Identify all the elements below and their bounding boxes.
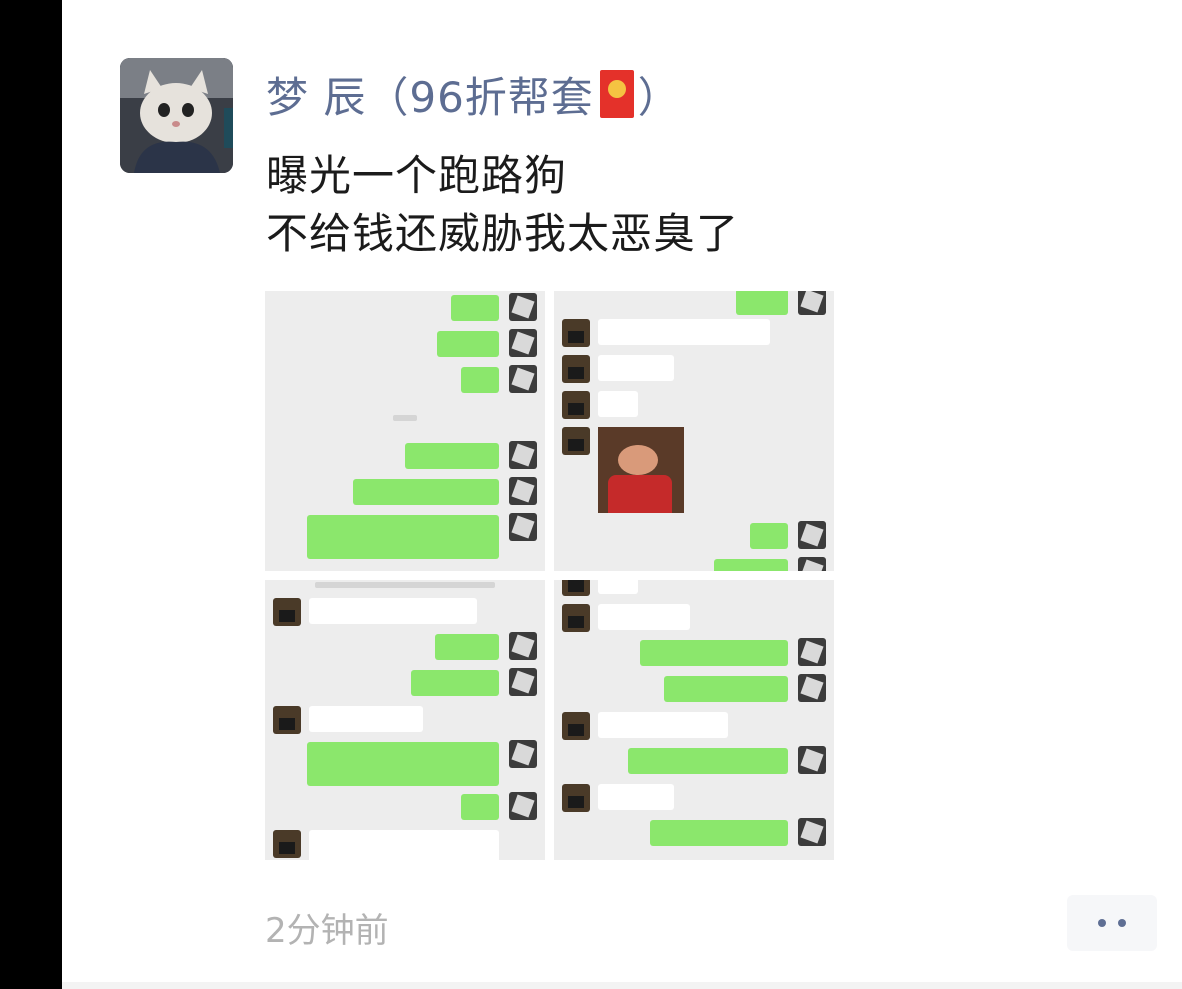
chat-bubble-received xyxy=(598,355,674,381)
chat-avatar xyxy=(798,521,826,549)
chat-bubble-received xyxy=(309,706,423,732)
chat-photo-message xyxy=(598,427,684,513)
chat-bubble-received xyxy=(598,604,690,630)
chat-bubble-sent xyxy=(640,640,788,666)
post-image-grid xyxy=(265,291,835,861)
chat-avatar xyxy=(273,830,301,858)
chat-bubble-sent xyxy=(714,559,788,571)
chat-avatar xyxy=(509,293,537,321)
chat-bubble-sent xyxy=(435,634,499,660)
chat-avatar xyxy=(509,792,537,820)
chat-screenshot-3[interactable] xyxy=(265,580,545,860)
chat-bubble-received xyxy=(598,319,770,345)
chat-cut-off-row xyxy=(315,582,495,588)
chat-avatar xyxy=(562,355,590,383)
author-name-text: 梦 辰（96折帮套 xyxy=(266,73,594,122)
chat-avatar xyxy=(273,706,301,734)
more-dots-icon xyxy=(1098,919,1106,927)
chat-screenshot-2[interactable] xyxy=(554,291,834,571)
chat-avatar xyxy=(562,391,590,419)
chat-bubble-received xyxy=(598,580,638,594)
chat-avatar xyxy=(798,746,826,774)
avatar[interactable] xyxy=(120,58,233,173)
chat-avatar xyxy=(798,674,826,702)
post-text-line-2: 不给钱还威胁我太恶臭了 xyxy=(266,209,740,258)
chat-avatar xyxy=(509,740,537,768)
chat-bubble-sent xyxy=(461,367,499,393)
chat-avatar xyxy=(562,712,590,740)
chat-bubble-sent xyxy=(628,748,788,774)
chat-bubble-sent xyxy=(307,515,499,559)
chat-bubble-sent xyxy=(307,742,499,786)
chat-bubble-sent xyxy=(461,794,499,820)
chat-avatar xyxy=(273,598,301,626)
post-timestamp: 2分钟前 xyxy=(265,911,389,951)
chat-avatar xyxy=(798,557,826,571)
red-envelope-icon xyxy=(599,70,634,118)
chat-bubble-sent xyxy=(750,523,788,549)
chat-avatar xyxy=(509,668,537,696)
chat-bubble-received xyxy=(598,784,674,810)
more-dots-icon xyxy=(1118,919,1126,927)
chat-avatar xyxy=(562,580,590,596)
chat-bubble-sent xyxy=(664,676,788,702)
chat-bubble-received xyxy=(598,712,728,738)
chat-avatar xyxy=(562,319,590,347)
chat-avatar xyxy=(509,365,537,393)
more-button[interactable] xyxy=(1067,895,1157,951)
cat-avatar-image xyxy=(120,58,233,173)
chat-bubble-sent xyxy=(451,295,499,321)
chat-avatar xyxy=(798,818,826,846)
chat-time-marker xyxy=(393,415,417,421)
author-name-close: ） xyxy=(637,73,681,122)
chat-bubble-sent xyxy=(650,820,788,846)
chat-avatar xyxy=(509,513,537,541)
chat-screenshot-1[interactable] xyxy=(265,291,545,571)
chat-bubble-sent xyxy=(405,443,499,469)
chat-avatar xyxy=(798,638,826,666)
chat-avatar xyxy=(562,784,590,812)
post-text-line-1: 曝光一个跑路狗 xyxy=(266,151,568,200)
left-edge-bar xyxy=(0,0,62,989)
chat-bubble-received xyxy=(598,391,638,417)
chat-bubble-received xyxy=(309,830,499,860)
chat-avatar xyxy=(562,427,590,455)
author-name[interactable]: 梦 辰（96折帮套 ） xyxy=(266,64,681,125)
chat-avatar xyxy=(509,329,537,357)
chat-bubble-sent xyxy=(736,291,788,315)
chat-screenshot-4[interactable] xyxy=(554,580,834,860)
chat-avatar xyxy=(798,291,826,315)
chat-avatar xyxy=(509,441,537,469)
bottom-divider xyxy=(62,982,1182,989)
chat-avatar xyxy=(509,632,537,660)
chat-bubble-received xyxy=(309,598,477,624)
chat-avatar xyxy=(509,477,537,505)
chat-avatar xyxy=(562,604,590,632)
chat-bubble-sent xyxy=(437,331,499,357)
chat-bubble-sent xyxy=(353,479,499,505)
chat-bubble-sent xyxy=(411,670,499,696)
